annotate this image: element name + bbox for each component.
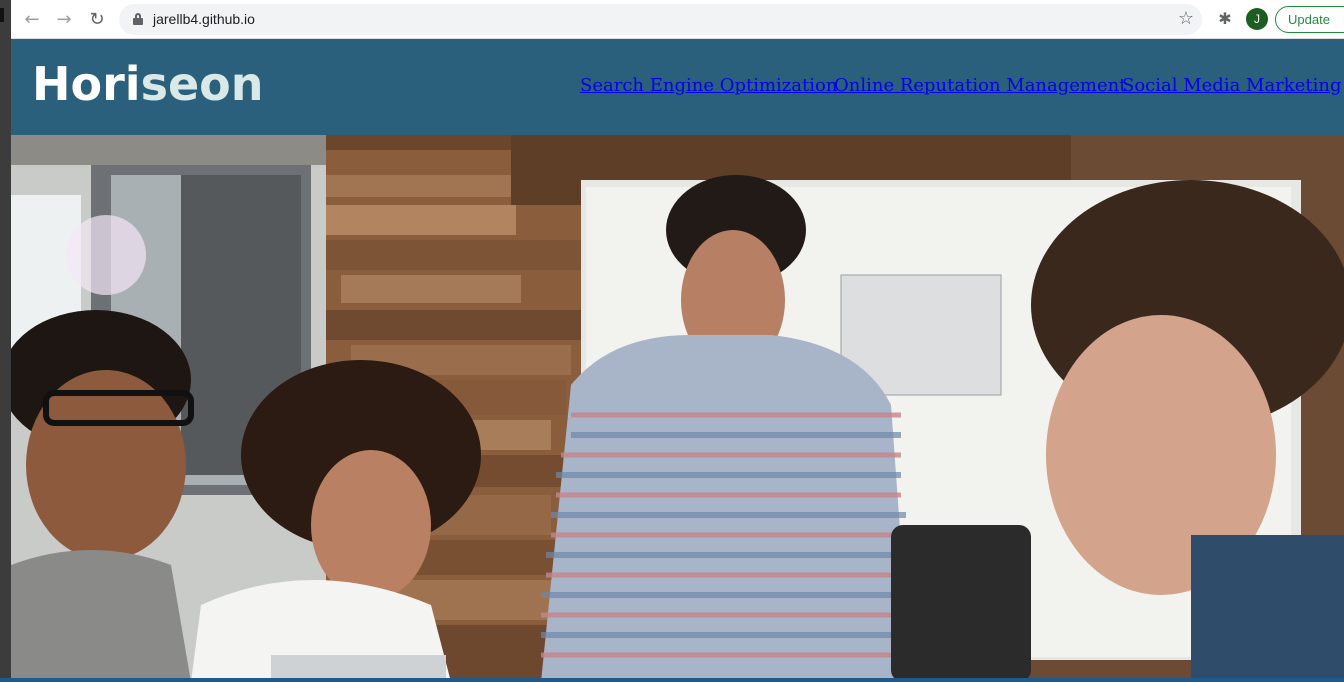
reload-icon[interactable]: ↻ [86,9,108,31]
profile-avatar[interactable]: J [1246,8,1268,30]
hero-photo-icon [11,135,1344,682]
browser-toolbar: ← → ↻ jarellb4.github.io ☆ ✱ J Update [11,0,1344,39]
back-arrow-icon[interactable]: ← [21,9,43,31]
site-logo: Horiseon [32,57,264,111]
puzzle-icon[interactable]: ✱ [1215,9,1235,29]
logo-part-1: Hori [32,57,141,111]
site-header: Horiseon Search Engine Optimization Onli… [11,39,1344,135]
lock-icon[interactable] [133,13,143,25]
edge-mark [0,8,4,22]
hero-image [11,135,1344,682]
window-edge [0,0,11,682]
update-button[interactable]: Update [1275,6,1344,33]
web-page: Horiseon Search Engine Optimization Onli… [11,39,1344,682]
taskbar-edge [0,678,1344,682]
forward-arrow-icon[interactable]: → [53,9,75,31]
logo-part-2: seon [140,57,264,111]
nav-link-seo[interactable]: Search Engine Optimization [580,75,837,96]
address-bar[interactable]: jarellb4.github.io ☆ [119,4,1202,35]
star-icon[interactable]: ☆ [1178,8,1194,29]
nav-link-social[interactable]: Social Media Marketing [1122,75,1341,96]
nav-link-reputation[interactable]: Online Reputation Management [834,75,1126,96]
url-text[interactable]: jarellb4.github.io [153,11,255,27]
